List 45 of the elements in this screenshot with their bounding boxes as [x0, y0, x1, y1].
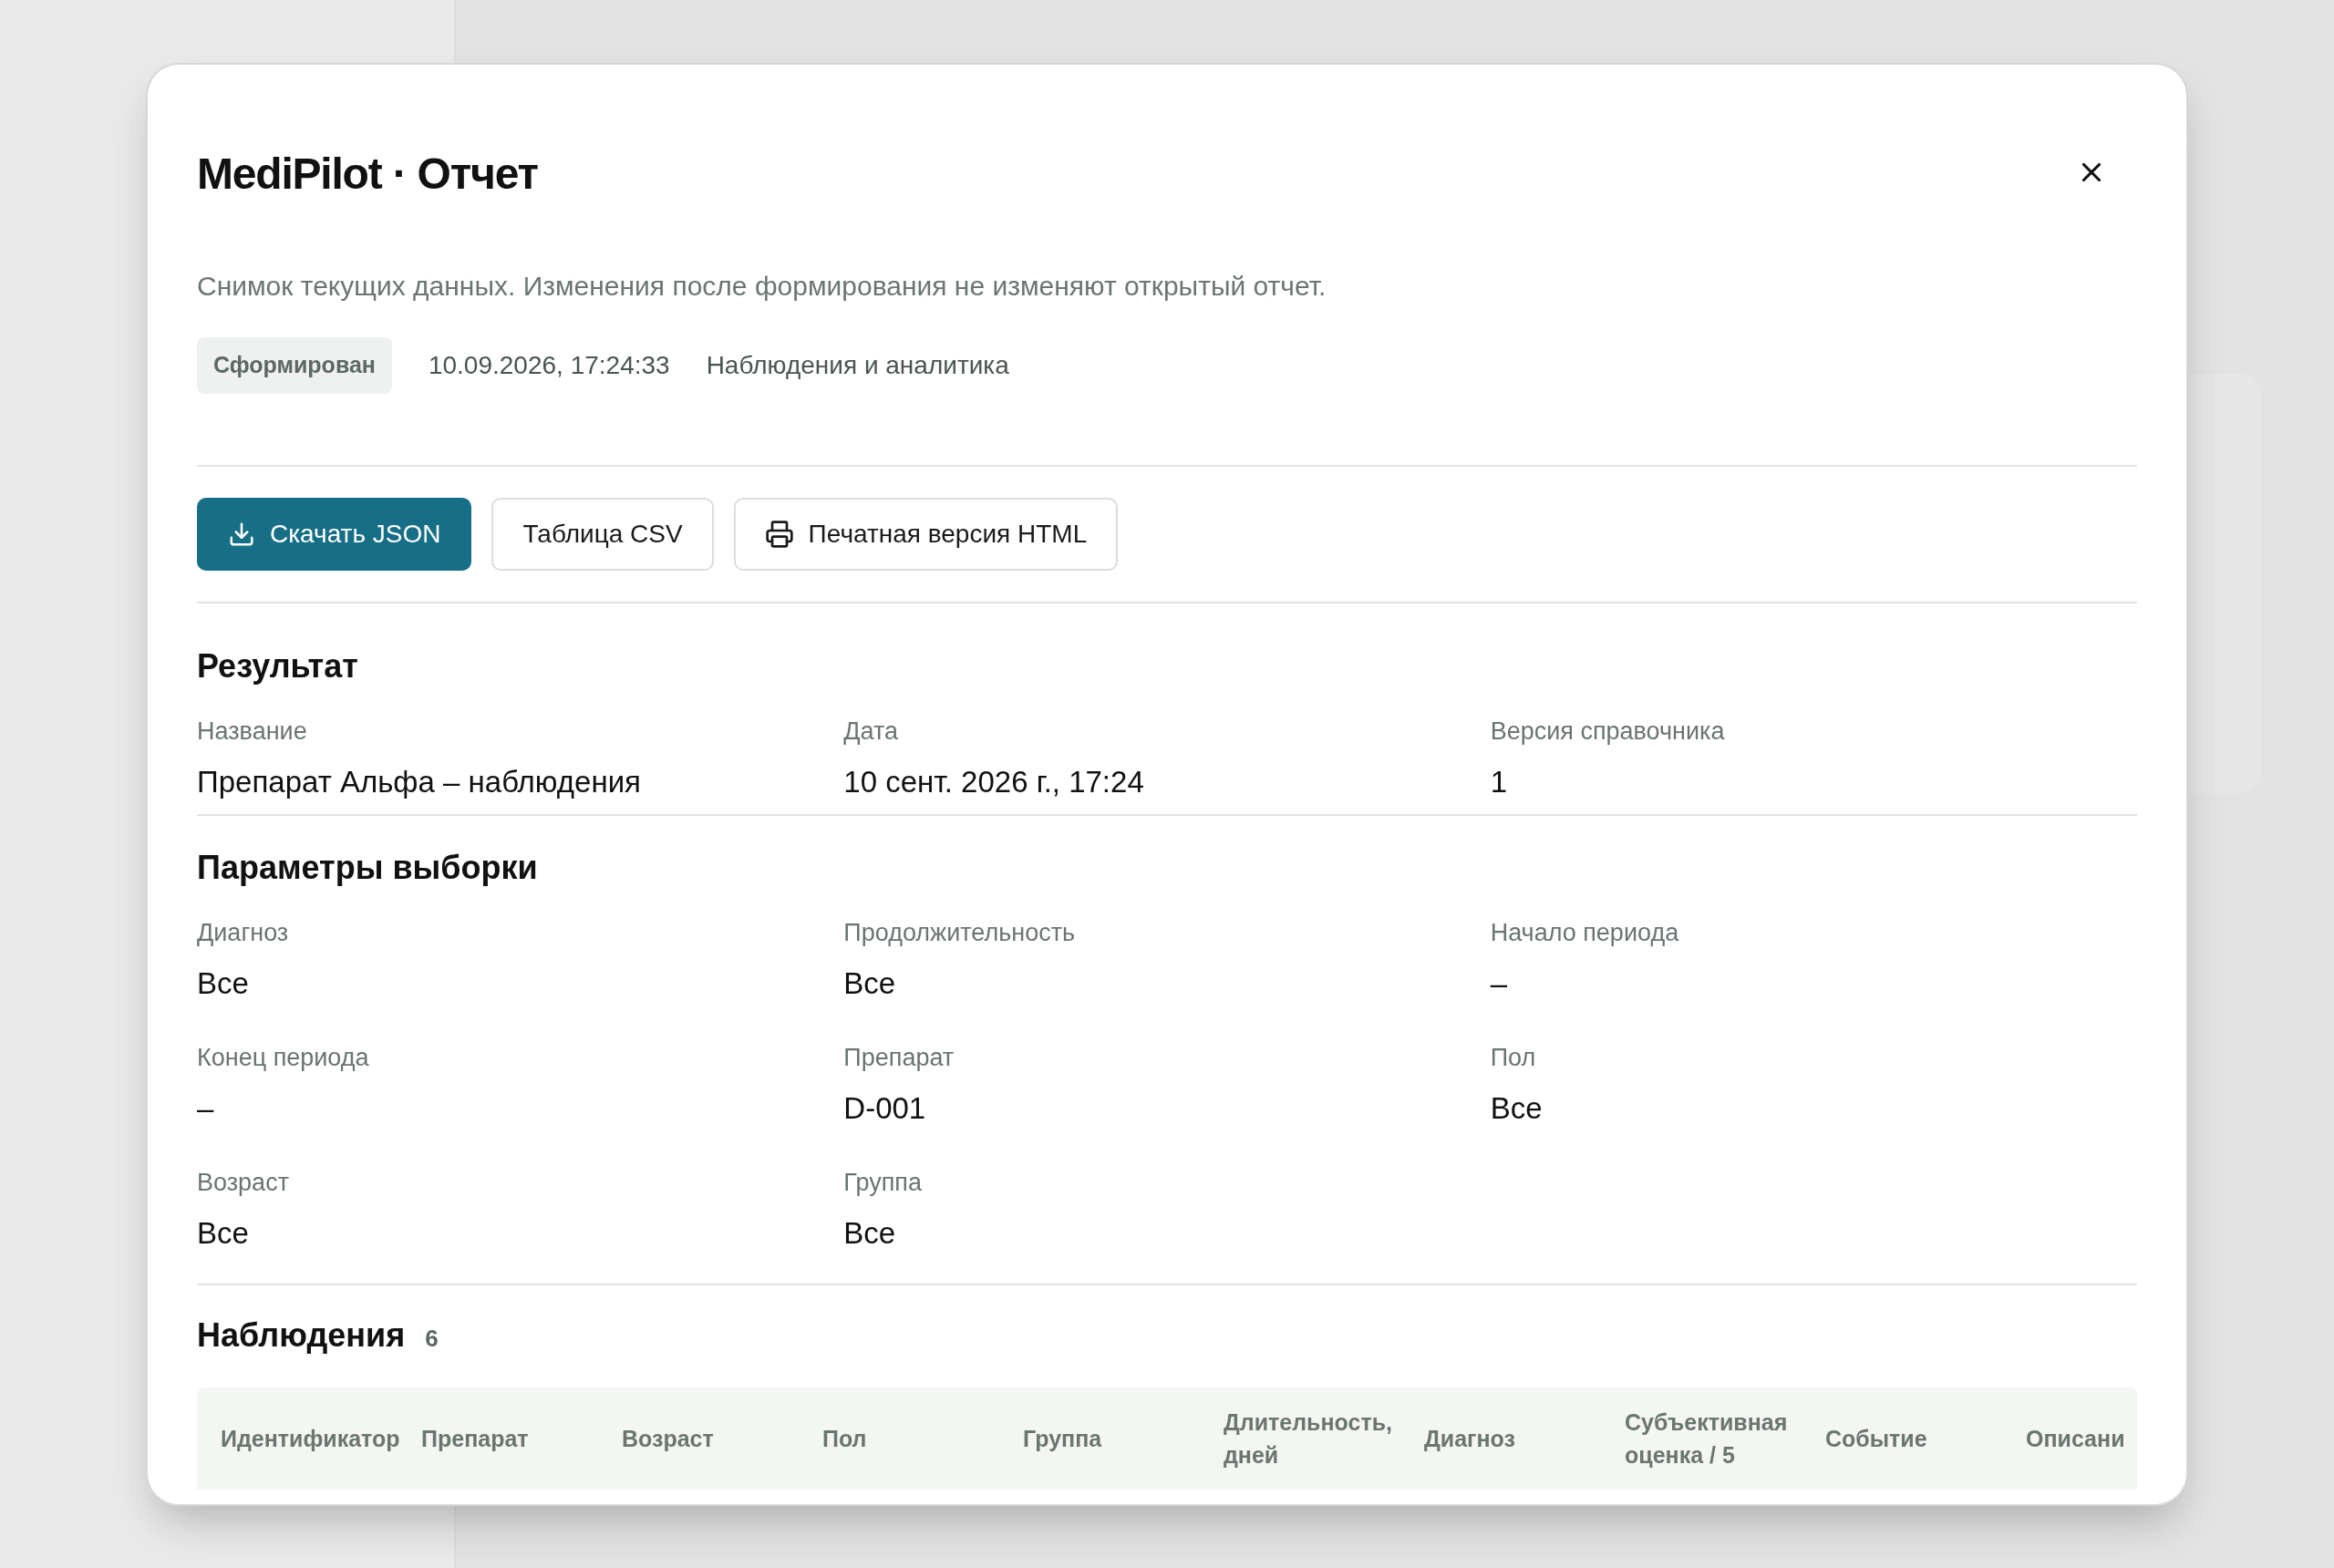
column-header: Диагноз — [1424, 1424, 1516, 1453]
field-value: 10 сент. 2026 г., 17:24 — [843, 764, 1145, 801]
section-heading: Параметры выборки — [197, 847, 539, 888]
field-label: Конец периода — [197, 1042, 370, 1073]
report-category: Наблюдения и аналитика — [706, 349, 1009, 381]
report-timestamp: 10.09.2026, 17:24:33 — [428, 349, 670, 381]
field-value: – — [197, 1090, 215, 1128]
section-heading: Наблюдения — [197, 1315, 406, 1356]
dialog-description: Снимок текущих данных. Изменения после формирования не изменяют открытый отчет. — [197, 270, 1327, 303]
section-heading: Результат — [197, 645, 359, 686]
column-header: Препарат — [421, 1424, 530, 1453]
field-label: Группа — [843, 1167, 923, 1198]
field-value: D-001 — [843, 1090, 927, 1128]
print-button[interactable]: Печатная версия HTML — [733, 497, 1119, 571]
field-value: Все — [843, 965, 897, 1003]
observation-count: 6 — [425, 1323, 439, 1354]
field-label: Препарат — [843, 1042, 955, 1073]
dialog-title: MediPilot · Отчет — [197, 149, 538, 200]
column-header: Группа — [1023, 1424, 1103, 1453]
field-value: Все — [197, 1215, 250, 1253]
column-header: Описани — [2026, 1424, 2125, 1453]
field-value: Препарат Альфа – наблюдения — [197, 764, 642, 801]
field-value: Все — [197, 965, 250, 1003]
field-label: Возраст — [197, 1167, 290, 1198]
column-header: Возраст — [622, 1424, 715, 1453]
column-header: Идентификатор — [221, 1424, 401, 1453]
column-header: Длительность, дней — [1224, 1408, 1393, 1470]
column-header: Событие — [1825, 1424, 1928, 1453]
field-value: 1 — [1490, 764, 1508, 801]
printer-icon — [764, 519, 794, 549]
column-header: Пол — [822, 1424, 868, 1453]
field-value: Все — [843, 1215, 897, 1253]
download-json-button[interactable]: Скачать JSON — [197, 497, 472, 571]
field-label: Версия справочника — [1490, 716, 1726, 747]
field-label: Диагноз — [197, 917, 290, 948]
field-value: – — [1490, 965, 1508, 1003]
field-label: Пол — [1490, 1042, 1537, 1073]
csv-button[interactable]: Таблица CSV — [491, 497, 714, 571]
field-value: Все — [1490, 1090, 1544, 1128]
status-badge: Сформирован — [197, 337, 392, 394]
column-header: Субъективная оценка / 5 — [1625, 1408, 1789, 1470]
field-label: Начало периода — [1490, 917, 1680, 948]
field-label: Продолжительность — [843, 917, 1077, 948]
field-label: Название — [197, 716, 308, 747]
field-label: Дата — [843, 716, 900, 747]
